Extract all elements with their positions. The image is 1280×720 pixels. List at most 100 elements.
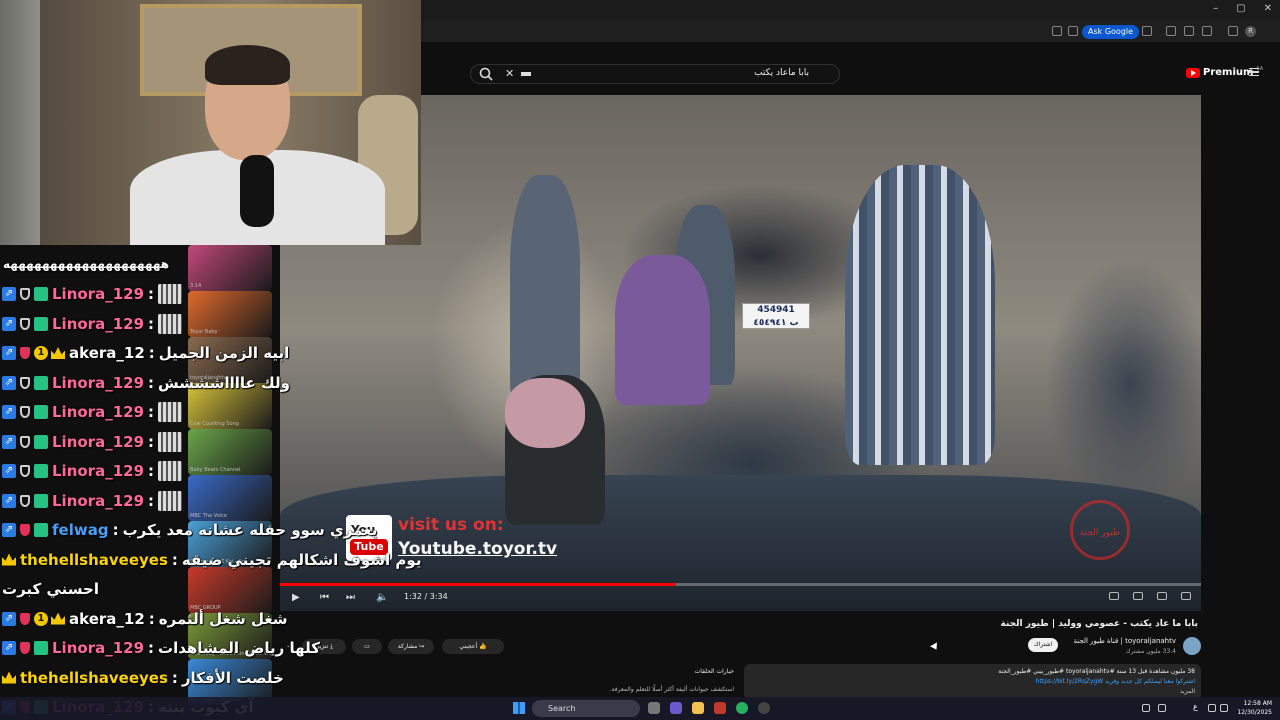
- chat-message: ⇗ Linora_129: كلها رياض المشاهدات: [2, 637, 320, 659]
- sub-badge-icon: [34, 493, 48, 508]
- chat-message-text: كلها رياض المشاهدات: [158, 639, 320, 657]
- sub-badge-icon: [34, 523, 48, 537]
- app-icon[interactable]: [714, 702, 726, 714]
- minimize-button[interactable]: –: [1213, 3, 1218, 14]
- progress-bar[interactable]: [280, 583, 1201, 586]
- extension-icon[interactable]: [1184, 26, 1194, 36]
- arrow-badge-icon: ⇗: [2, 641, 16, 655]
- chat-separator: :: [148, 432, 155, 451]
- cast-icon[interactable]: [1068, 26, 1078, 36]
- chat-separator: :: [148, 344, 155, 362]
- settings-icon[interactable]: [1133, 592, 1143, 600]
- network-icon[interactable]: [1208, 704, 1216, 712]
- visit-us-text: visit us on:: [398, 515, 504, 535]
- chrome-icon[interactable]: [736, 702, 748, 714]
- shield-badge-icon: [20, 406, 30, 418]
- chat-username: thehellshaveeyes: [20, 668, 168, 687]
- search-icon[interactable]: [478, 66, 494, 82]
- clock-date: 12/30/2025: [1237, 709, 1272, 716]
- description-more[interactable]: المزيد: [1180, 688, 1195, 695]
- description-link[interactable]: اشتركوا معنا ليصلكم كل جديد وفريد https:…: [1036, 678, 1195, 685]
- like-button[interactable]: أعجبني 👍: [442, 639, 504, 654]
- shield-badge-icon: [20, 435, 30, 448]
- like-label: أعجبني: [459, 643, 478, 650]
- description-box[interactable]: 38 مليون مشاهدة قبل 13 سنة #toyoraljanah…: [744, 664, 1201, 700]
- chat-message: ⇗ Linora_129:: [2, 431, 183, 453]
- sub-badge-icon: [34, 316, 48, 331]
- tray-app-icon[interactable]: [1158, 704, 1166, 712]
- miniplayer-icon[interactable]: [1157, 592, 1167, 600]
- plate-number: 454941: [757, 305, 795, 315]
- arrow-badge-icon: ⇗: [2, 434, 16, 449]
- chat-message-text: خلصت الأفكار: [181, 668, 284, 687]
- fullscreen-icon[interactable]: [1181, 592, 1191, 600]
- sidebar-icon[interactable]: [1228, 26, 1238, 36]
- volume-icon[interactable]: 🔈: [376, 592, 388, 603]
- chat-username: akera_12: [69, 609, 145, 628]
- chat-message-text: ههههههههههههههههههههه: [3, 257, 170, 271]
- video-title: بابا ما عاد يكتب - عصومي ووليد | طيور ال…: [1000, 619, 1199, 629]
- chat-message: thehellshaveeyes: خلصت الأفكار: [2, 667, 284, 689]
- puzzle-icon[interactable]: [1202, 26, 1212, 36]
- share-button[interactable]: مشاركة ↪: [388, 639, 434, 654]
- maximize-button[interactable]: ▢: [1236, 3, 1245, 14]
- description-views: 38 مليون مشاهدة قبل 13 سنة #toyoraljanah…: [998, 668, 1195, 675]
- windows-start-icon[interactable]: [513, 702, 525, 714]
- translate-icon[interactable]: [1052, 26, 1062, 36]
- volume-icon[interactable]: [1220, 704, 1228, 712]
- rank-badge-icon: 1: [34, 611, 48, 626]
- share-label: مشاركة: [397, 643, 418, 650]
- emote-icon: [158, 490, 183, 511]
- shield-badge-icon: [20, 465, 30, 477]
- chat-separator: :: [148, 639, 155, 657]
- sub-badge-icon: [34, 641, 48, 655]
- chat-message-text: ولك عااااشششش: [158, 373, 290, 392]
- license-plate: 454941 ب ٤٥٤٩٤١: [742, 303, 810, 329]
- taskbar-search[interactable]: Search: [532, 700, 640, 717]
- chat-message-text: شغل شغل ألثمره: [158, 609, 288, 628]
- clock-time: 12:58 AM: [1243, 700, 1272, 707]
- chat-message: ⇗ 1 akera_12: ابيه الزمن الجميل: [2, 342, 289, 364]
- video-scene-figure: [510, 175, 580, 405]
- clear-search-icon[interactable]: ✕: [505, 67, 514, 80]
- clock[interactable]: 12:58 AM 12/30/2025: [1237, 699, 1272, 717]
- emote-icon: [158, 461, 183, 481]
- hamburger-menu-icon[interactable]: [1249, 68, 1259, 76]
- app-icon[interactable]: [758, 702, 770, 714]
- channel-name[interactable]: toyoraljanahtv | قناة طيور الجنة: [1073, 637, 1176, 645]
- channel-avatar[interactable]: [1183, 637, 1201, 655]
- language-indicator[interactable]: ع: [1193, 702, 1198, 711]
- video-scene-figure: [845, 165, 995, 465]
- profile-avatar[interactable]: R: [1245, 26, 1256, 37]
- chat-separator: :: [148, 314, 155, 333]
- plate-number-arabic: ب ٤٥٤٩٤١: [753, 318, 799, 328]
- next-icon[interactable]: ⏭: [346, 592, 355, 603]
- chat-message-text: ابيه الزمن الجميل: [158, 344, 290, 362]
- search-input[interactable]: ✕ بابا ماعاد يكتب: [470, 64, 840, 84]
- arrow-badge-icon: ⇗: [2, 287, 16, 301]
- keyboard-icon[interactable]: [521, 72, 531, 76]
- visit-url-text: Youtube.toyor.tv: [398, 539, 558, 559]
- sub-badge-icon: [34, 434, 48, 449]
- close-button[interactable]: ✕: [1264, 3, 1272, 14]
- bookmark-star-icon[interactable]: [1142, 26, 1152, 36]
- subscribe-button[interactable]: اشتراك: [1028, 638, 1058, 652]
- ask-google-button[interactable]: Ask Google: [1082, 25, 1140, 39]
- shield-badge-icon: [20, 612, 30, 625]
- chat-username: Linora_129: [52, 491, 145, 510]
- arrow-badge-icon: ⇗: [2, 405, 16, 419]
- shield-badge-icon: [20, 494, 30, 507]
- file-explorer-icon[interactable]: [692, 702, 704, 714]
- sub-badge-icon: [34, 287, 48, 301]
- task-view-icon[interactable]: [648, 702, 660, 714]
- chat-username: felwag: [52, 521, 109, 539]
- save-button[interactable]: ▭: [352, 639, 382, 654]
- extension-icon[interactable]: [1166, 26, 1176, 36]
- copilot-icon[interactable]: [670, 702, 682, 714]
- subtitles-icon[interactable]: [1109, 592, 1119, 600]
- chapters-panel[interactable]: خيارات الحلقات استكشف حيوانات أليفة أكثر…: [610, 664, 738, 700]
- chevron-up-icon[interactable]: [1142, 704, 1150, 712]
- chat-overlay: ههههههههههههههههههههه ⇗ Linora_129: ⇗ Linor…: [0, 255, 421, 720]
- arrow-badge-icon: ⇗: [2, 493, 16, 508]
- chat-separator: :: [148, 491, 155, 510]
